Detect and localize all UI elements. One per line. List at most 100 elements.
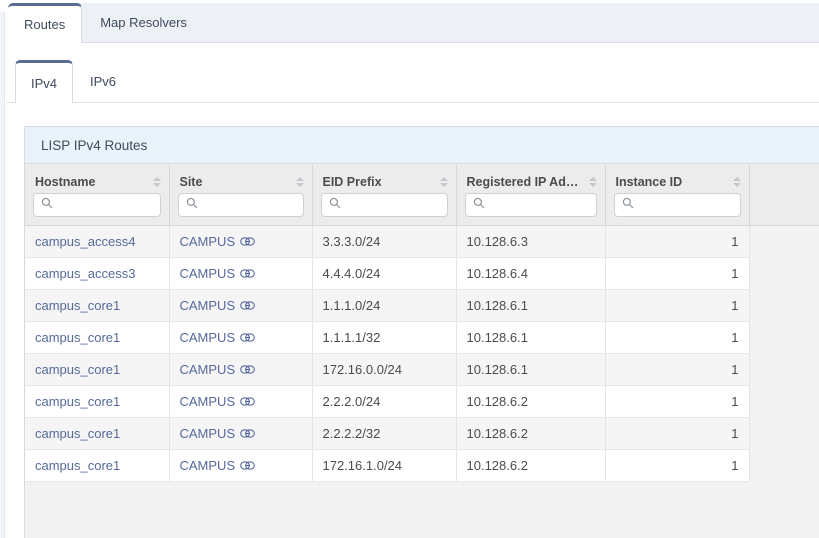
filter-input-eid-prefix[interactable] [346, 198, 440, 212]
tab-ipv4[interactable]: IPv4 [15, 60, 73, 103]
cell-hostname: campus_access3 [25, 258, 169, 290]
filter-input-registered-ip-address[interactable] [490, 198, 589, 212]
table-row: campus_core1CAMPUS172.16.0.0/2410.128.6.… [25, 354, 819, 386]
site-name: CAMPUS [180, 330, 236, 345]
hostname-link[interactable]: campus_core1 [35, 330, 120, 345]
table-row: campus_access4CAMPUS3.3.3.0/2410.128.6.3… [25, 226, 819, 258]
site-link[interactable]: CAMPUS [180, 266, 256, 281]
cell-eid_prefix: 4.4.4.0/24 [312, 258, 456, 290]
cell-registered_ip: 10.128.6.1 [456, 290, 605, 322]
filler-header-cell [749, 164, 819, 191]
cell-site: CAMPUS [169, 418, 312, 450]
cell-eid_prefix: 2.2.2.2/32 [312, 418, 456, 450]
cell-hostname: campus_core1 [25, 290, 169, 322]
cell-hostname: campus_core1 [25, 386, 169, 418]
search-icon [41, 196, 53, 214]
chain-link-icon [240, 460, 255, 471]
column-label: EID Prefix [323, 175, 382, 189]
cell-instance_id: 1 [605, 354, 749, 386]
tab-routes-label: Routes [24, 17, 65, 32]
cell-site: CAMPUS [169, 322, 312, 354]
cell-hostname: campus_access4 [25, 226, 169, 258]
tab-ipv6-label: IPv6 [90, 74, 116, 89]
sort-icon[interactable] [294, 175, 306, 189]
tab-map-resolvers-label: Map Resolvers [100, 15, 187, 30]
filter-search-box [321, 193, 448, 217]
table-row: campus_core1CAMPUS2.2.2.0/2410.128.6.21 [25, 386, 819, 418]
tab-map-resolvers[interactable]: Map Resolvers [82, 3, 205, 42]
filler-cell [749, 290, 819, 322]
cell-site: CAMPUS [169, 226, 312, 258]
site-link[interactable]: CAMPUS [180, 362, 256, 377]
sort-icon[interactable] [151, 175, 163, 189]
tab-ipv6[interactable]: IPv6 [73, 60, 133, 102]
cell-registered_ip: 10.128.6.2 [456, 386, 605, 418]
hostname-link[interactable]: campus_core1 [35, 458, 120, 473]
cell-instance_id: 1 [605, 418, 749, 450]
filter-input-instance-id[interactable] [639, 198, 733, 212]
column-label: Registered IP Address [467, 175, 583, 189]
filler-cell [749, 354, 819, 386]
site-link[interactable]: CAMPUS [180, 330, 256, 345]
cell-hostname: campus_core1 [25, 450, 169, 482]
chain-link-icon [240, 428, 255, 439]
routes-table-body: campus_access4CAMPUS3.3.3.0/2410.128.6.3… [25, 226, 819, 482]
hostname-link[interactable]: campus_core1 [35, 426, 120, 441]
cell-hostname: campus_core1 [25, 322, 169, 354]
filter-cell-site [169, 191, 312, 226]
cell-registered_ip: 10.128.6.4 [456, 258, 605, 290]
site-name: CAMPUS [180, 266, 236, 281]
table-filter-row [25, 191, 819, 226]
cell-eid_prefix: 172.16.1.0/24 [312, 450, 456, 482]
hostname-link[interactable]: campus_core1 [35, 394, 120, 409]
cell-instance_id: 1 [605, 322, 749, 354]
filter-input-hostname[interactable] [58, 198, 153, 212]
cell-instance_id: 1 [605, 450, 749, 482]
filler-cell [749, 258, 819, 290]
cell-site: CAMPUS [169, 386, 312, 418]
site-link[interactable]: CAMPUS [180, 234, 256, 249]
main-tab-bar: Routes Map Resolvers [8, 3, 819, 43]
hostname-link[interactable]: campus_core1 [35, 298, 120, 313]
table-row: campus_core1CAMPUS1.1.1.0/2410.128.6.11 [25, 290, 819, 322]
cell-registered_ip: 10.128.6.3 [456, 226, 605, 258]
site-link[interactable]: CAMPUS [180, 426, 256, 441]
ip-version-tab-bar: IPv4 IPv6 [6, 60, 819, 103]
site-link[interactable]: CAMPUS [180, 458, 256, 473]
cell-site: CAMPUS [169, 258, 312, 290]
filter-search-box [614, 193, 741, 217]
column-label: Hostname [35, 175, 95, 189]
filter-input-site[interactable] [203, 198, 296, 212]
hostname-link[interactable]: campus_access3 [35, 266, 135, 281]
site-name: CAMPUS [180, 298, 236, 313]
site-link[interactable]: CAMPUS [180, 394, 256, 409]
page-left-edge [0, 12, 5, 538]
column-header-hostname: Hostname [25, 164, 169, 191]
site-link[interactable]: CAMPUS [180, 298, 256, 313]
sort-icon[interactable] [587, 175, 599, 189]
site-name: CAMPUS [180, 426, 236, 441]
column-label: Instance ID [616, 175, 683, 189]
chain-link-icon [240, 268, 255, 279]
cell-registered_ip: 10.128.6.2 [456, 450, 605, 482]
hostname-link[interactable]: campus_core1 [35, 362, 120, 377]
table-row: campus_core1 CAMPUS 172.16.1.0/2410.128.6.… [25, 450, 819, 482]
filler-header-cell [749, 191, 819, 226]
hostname-link[interactable]: campus_access4 [35, 234, 135, 249]
cell-eid_prefix: 2.2.2.0/24 [312, 386, 456, 418]
lisp-routes-panel: LISP IPv4 Routes HostnameSiteEID PrefixR… [24, 126, 819, 538]
cell-eid_prefix: 1.1.1.1/32 [312, 322, 456, 354]
panel-title: LISP IPv4 Routes [41, 138, 147, 153]
chain-link-icon [240, 236, 255, 247]
sort-icon[interactable] [731, 175, 743, 189]
sort-icon[interactable] [438, 175, 450, 189]
filler-cell [749, 226, 819, 258]
tab-routes[interactable]: Routes [8, 3, 82, 43]
filter-search-box [178, 193, 304, 217]
search-icon [473, 196, 485, 214]
cell-instance_id: 1 [605, 290, 749, 322]
filter-cell-instance-id [605, 191, 749, 226]
cell-instance_id: 1 [605, 258, 749, 290]
chain-link-icon [240, 364, 255, 375]
column-header-registered-ip-address: Registered IP Address [456, 164, 605, 191]
